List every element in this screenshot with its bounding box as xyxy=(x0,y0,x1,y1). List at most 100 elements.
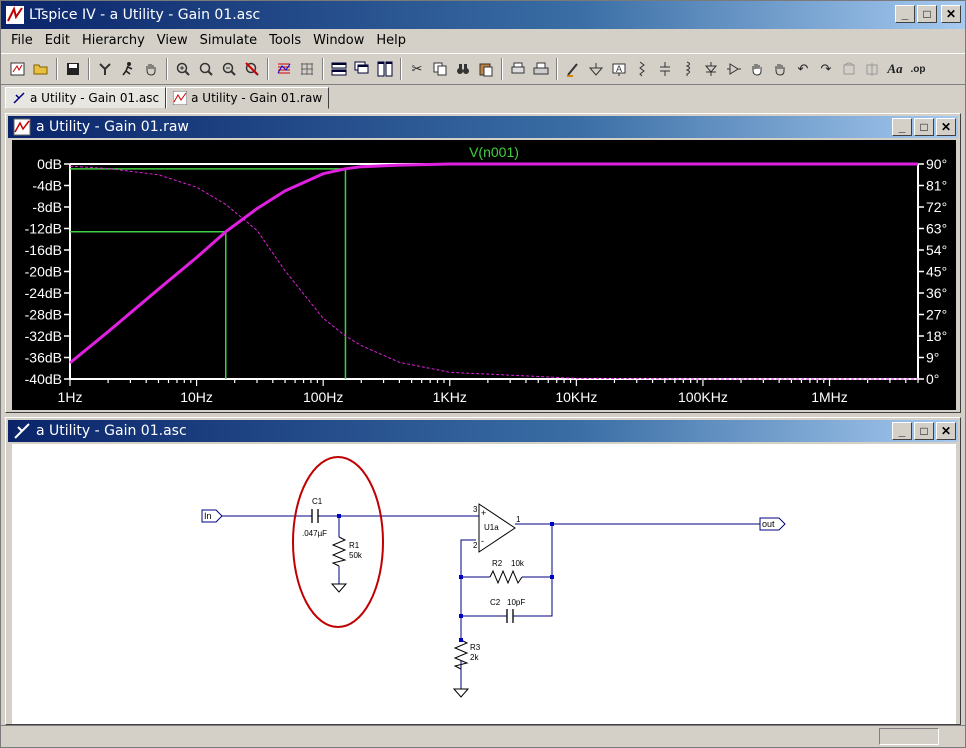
plot-maximize-button[interactable]: □ xyxy=(914,118,934,136)
y-left-tick-label: -12dB xyxy=(25,221,62,237)
print-setup-icon[interactable] xyxy=(507,58,529,80)
r2-value: 10k xyxy=(511,559,525,568)
zoom-in-icon[interactable] xyxy=(172,58,194,80)
menu-view[interactable]: View xyxy=(151,33,194,48)
undo-icon[interactable]: ↶ xyxy=(792,58,814,80)
find-icon[interactable] xyxy=(452,58,474,80)
tile-horizontal-icon[interactable] xyxy=(328,58,350,80)
label-icon[interactable]: A xyxy=(608,58,630,80)
x-tick-label: 1Hz xyxy=(58,389,83,405)
y-right-tick-label: 27° xyxy=(926,307,947,323)
capacitor-c1[interactable]: C1 .047µF xyxy=(302,497,327,538)
schematic-close-button[interactable]: ✕ xyxy=(936,422,956,440)
y-left-tick-label: -36dB xyxy=(25,350,62,366)
menu-window[interactable]: Window xyxy=(307,33,370,48)
control-panel-icon[interactable] xyxy=(94,58,116,80)
status-field xyxy=(879,728,939,745)
diode-icon[interactable] xyxy=(700,58,722,80)
svg-text:A: A xyxy=(616,64,622,74)
run-icon[interactable] xyxy=(117,58,139,80)
resistor-icon[interactable] xyxy=(631,58,653,80)
schematic-window-title: a Utility - Gain 01.asc xyxy=(36,423,187,439)
menu-edit[interactable]: Edit xyxy=(39,33,76,48)
toolbar-separator xyxy=(166,58,168,80)
r2-name: R2 xyxy=(492,559,503,568)
tab-schematic[interactable]: a Utility - Gain 01.asc xyxy=(5,87,167,109)
u1-name: U1a xyxy=(484,523,499,532)
pan-hand-icon[interactable] xyxy=(140,58,162,80)
bode-plot: 0dB -4dB -8dB -12dB -16dB -20dB -24dB -28dB -32d… xyxy=(25,144,948,405)
waveform-plot-area[interactable]: 0dB -4dB -8dB -12dB -16dB -20dB -24dB -28dB -32d… xyxy=(12,140,956,410)
plot-frame xyxy=(69,164,919,380)
redo-icon[interactable]: ↷ xyxy=(815,58,837,80)
highlight-ellipse xyxy=(292,456,384,628)
spice-directive-icon[interactable]: .op xyxy=(907,58,929,80)
out-net-label[interactable]: out xyxy=(759,517,786,531)
save-icon[interactable] xyxy=(62,58,84,80)
menu-simulate[interactable]: Simulate xyxy=(194,33,263,48)
schematic-maximize-button[interactable]: □ xyxy=(914,422,934,440)
y-left-tick-label: -24dB xyxy=(25,285,62,301)
wire-icon[interactable] xyxy=(562,58,584,80)
waveform-icon xyxy=(173,91,188,105)
plot-window-title: a Utility - Gain 01.raw xyxy=(36,119,189,135)
print-icon[interactable] xyxy=(530,58,552,80)
x-tick-label: 10Hz xyxy=(180,389,213,405)
zoom-rect-icon[interactable] xyxy=(195,58,217,80)
plot-close-button[interactable]: ✕ xyxy=(936,118,956,136)
grid-icon[interactable] xyxy=(296,58,318,80)
open-folder-icon[interactable] xyxy=(30,58,52,80)
opamp-plus: + xyxy=(481,508,486,518)
minimize-button[interactable]: _ xyxy=(895,5,915,23)
y-left-tick-label: -32dB xyxy=(25,328,62,344)
capacitor-c2[interactable]: C2 10pF xyxy=(490,598,525,623)
tab-waveform[interactable]: a Utility - Gain 01.raw xyxy=(166,87,330,109)
opamp-u1a[interactable]: + - U1a 3 2 1 xyxy=(473,503,521,553)
schematic-minimize-button[interactable]: _ xyxy=(892,422,912,440)
y-right-tick-label: 72° xyxy=(926,199,947,215)
menu-help[interactable]: Help xyxy=(370,33,412,48)
paste-icon[interactable] xyxy=(475,58,497,80)
schematic-canvas[interactable]: In out C1 .047µF R1 50k + - U1a 3 2 1 R2… xyxy=(12,444,956,724)
c1-value: .047µF xyxy=(302,529,327,538)
r3-value: 2k xyxy=(470,653,479,662)
move-icon[interactable] xyxy=(746,58,768,80)
waveform-icon xyxy=(13,118,31,136)
maximize-button[interactable]: □ xyxy=(917,5,937,23)
y-left-tick-label: -4dB xyxy=(32,178,62,194)
drag-icon[interactable] xyxy=(769,58,791,80)
resistor-r3[interactable]: R3 2k xyxy=(453,639,481,670)
inductor-icon[interactable] xyxy=(677,58,699,80)
tile-icon[interactable] xyxy=(374,58,396,80)
document-tabs: a Utility - Gain 01.asc a Utility - Gain… xyxy=(5,87,330,109)
cascade-icon[interactable] xyxy=(351,58,373,80)
trace-label: V(n001) xyxy=(469,144,519,160)
r1-value: 50k xyxy=(349,551,363,560)
pin2-label: 2 xyxy=(473,541,478,550)
autorange-icon[interactable] xyxy=(273,58,295,80)
cut-icon[interactable]: ✂ xyxy=(406,58,428,80)
ground-icon[interactable] xyxy=(585,58,607,80)
text-icon[interactable]: Aa xyxy=(884,58,906,80)
mirror-icon[interactable] xyxy=(861,58,883,80)
plot-minimize-button[interactable]: _ xyxy=(892,118,912,136)
schematic-icon xyxy=(14,423,30,439)
zoom-out-icon[interactable] xyxy=(218,58,240,80)
y-left-tick-label: -28dB xyxy=(25,307,62,323)
toolbar-separator xyxy=(501,58,503,80)
capacitor-icon[interactable] xyxy=(654,58,676,80)
y-right-tick-label: 45° xyxy=(926,264,947,280)
menu-file[interactable]: File xyxy=(5,33,39,48)
in-net-label[interactable]: In xyxy=(201,509,223,523)
open-schematic-icon[interactable] xyxy=(7,58,29,80)
menu-tools[interactable]: Tools xyxy=(263,33,307,48)
zoom-cancel-icon[interactable] xyxy=(241,58,263,80)
rotate-icon[interactable] xyxy=(838,58,860,80)
component-icon[interactable] xyxy=(723,58,745,80)
resistor-r2[interactable]: R2 10k xyxy=(489,559,525,585)
window-title: LTspice IV - a Utility - Gain 01.asc xyxy=(29,7,261,23)
close-button[interactable]: ✕ xyxy=(941,5,961,23)
copy-icon[interactable] xyxy=(429,58,451,80)
resistor-r1[interactable]: R1 50k xyxy=(331,536,363,567)
menu-hierarchy[interactable]: Hierarchy xyxy=(76,33,151,48)
